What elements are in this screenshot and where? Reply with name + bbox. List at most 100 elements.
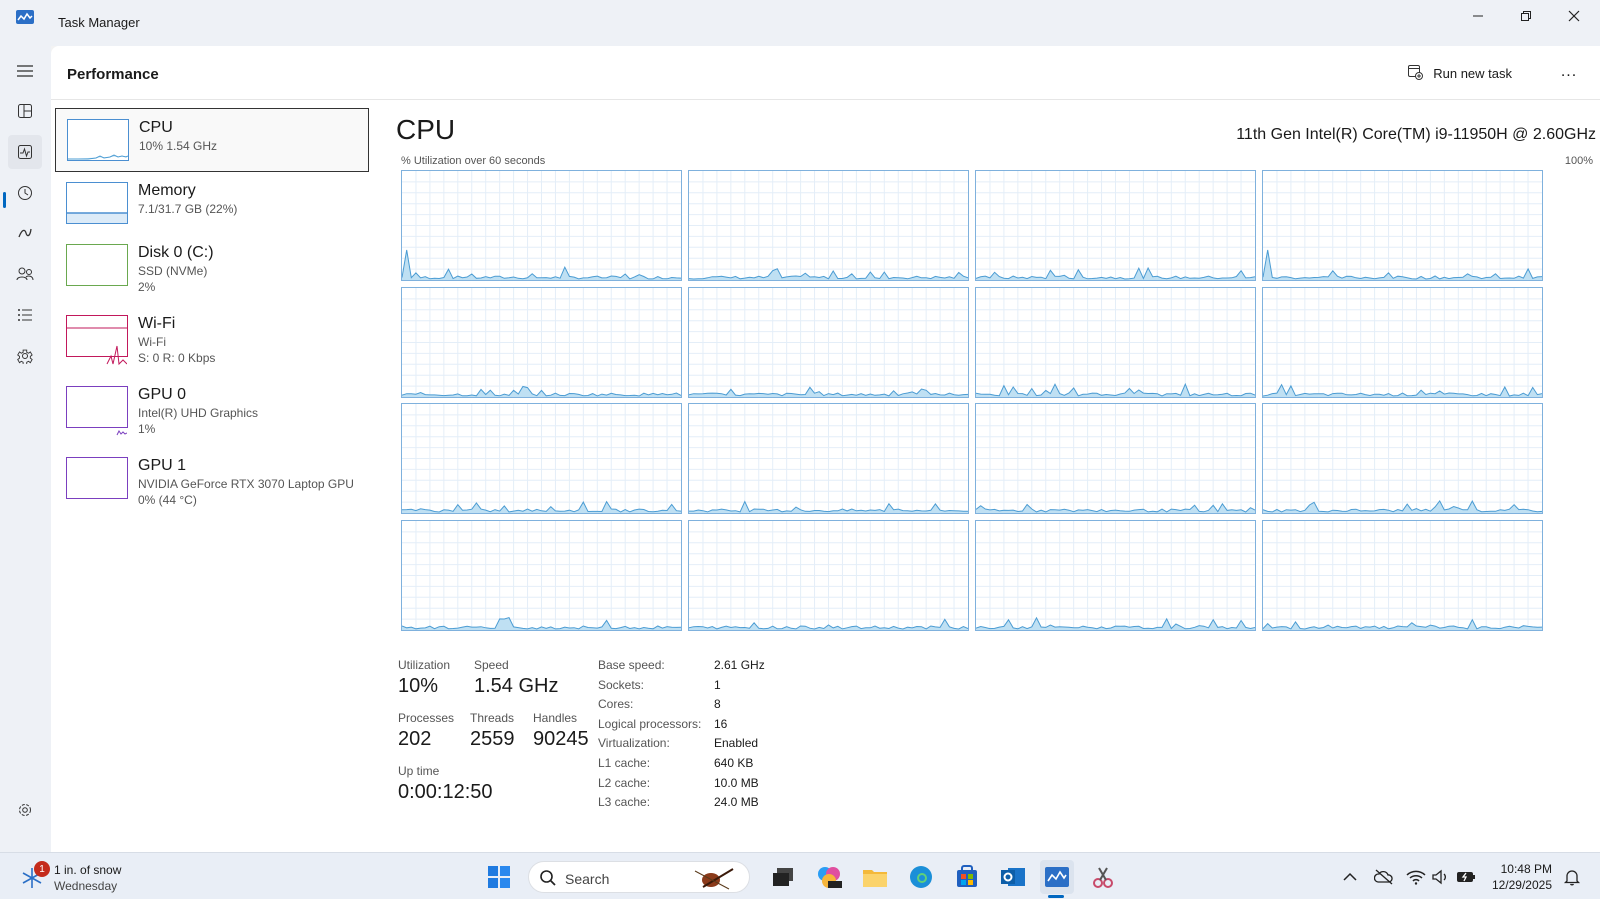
hamburger-menu-icon[interactable] xyxy=(8,54,42,88)
file-explorer-icon[interactable] xyxy=(858,860,892,894)
resource-item-memory[interactable]: Memory 7.1/31.7 GB (22%) xyxy=(55,172,369,236)
processes-value: 202 xyxy=(398,728,432,750)
startup-apps-icon[interactable] xyxy=(8,216,42,250)
spec-row: L2 cache: 10.0 MB xyxy=(598,776,765,796)
resource-name: CPU xyxy=(139,119,173,136)
microsoft-store-icon[interactable] xyxy=(950,860,984,894)
resource-item-disk[interactable]: Disk 0 (C:) SSD (NVMe) 2% xyxy=(55,234,369,298)
resource-detail: Intel(R) UHD Graphics xyxy=(138,406,259,420)
task-view-icon[interactable] xyxy=(766,860,800,894)
more-options-button[interactable]: ... xyxy=(1554,60,1584,84)
resource-detail: 7.1/31.7 GB (22%) xyxy=(138,202,238,216)
details-icon[interactable] xyxy=(8,298,42,332)
resource-name: Wi-Fi xyxy=(138,315,176,332)
settings-gear-icon[interactable] xyxy=(8,793,42,827)
threads-stat: Threads 2559 xyxy=(470,711,515,751)
logical-processor-graphs xyxy=(401,170,1543,631)
minimize-button[interactable] xyxy=(1454,0,1502,32)
wifi-thumbnail-graph xyxy=(66,315,128,366)
utilization-value: 10% xyxy=(398,675,439,697)
app-history-icon[interactable] xyxy=(8,176,42,210)
speed-value: 1.54 GHz xyxy=(474,675,559,697)
resource-item-gpu0[interactable]: GPU 0 Intel(R) UHD Graphics 1% xyxy=(55,376,369,440)
cpu-thumbnail-graph xyxy=(67,119,129,161)
notifications-bell-icon[interactable] xyxy=(1562,867,1582,887)
spec-key: L2 cache: xyxy=(598,775,651,790)
logical-processor-graph xyxy=(1262,403,1543,514)
taskbar-search[interactable]: Search xyxy=(528,861,750,893)
windows-start-icon[interactable] xyxy=(482,860,516,894)
threads-value: 2559 xyxy=(470,728,515,750)
resource-item-cpu[interactable]: CPU 10% 1.54 GHz xyxy=(55,108,369,172)
speed-label: Speed xyxy=(474,658,509,672)
run-task-icon xyxy=(1407,64,1424,83)
battery-charging-icon[interactable] xyxy=(1456,867,1476,887)
logical-processor-graph xyxy=(1262,519,1543,631)
logical-processor-graph xyxy=(401,403,682,514)
performance-icon[interactable] xyxy=(8,135,42,169)
run-new-task-label: Run new task xyxy=(1433,65,1512,81)
speed-stat: Speed 1.54 GHz xyxy=(474,658,558,698)
copilot-icon[interactable] xyxy=(812,860,846,894)
run-new-task-button[interactable]: Run new task xyxy=(1407,62,1512,84)
resource-name: Memory xyxy=(138,182,196,199)
threads-label: Threads xyxy=(470,711,515,725)
taskbar-clock[interactable]: 10:48 PM 12/29/2025 xyxy=(1492,861,1552,893)
main-content: Performance Run new task ... CPU 10% 1.5… xyxy=(51,46,1600,852)
task-manager-taskbar-icon[interactable] xyxy=(1040,860,1074,894)
resource-item-wifi[interactable]: Wi-Fi Wi-Fi S: 0 R: 0 Kbps xyxy=(55,305,369,369)
uptime-value: 0:00:12:50 xyxy=(398,781,493,803)
weather-widget[interactable]: 1 1 in. of snow Wednesday xyxy=(18,861,158,893)
resource-name: GPU 0 xyxy=(138,386,187,403)
restore-button[interactable] xyxy=(1502,0,1550,32)
taskbar: 1 1 in. of snow Wednesday Search 10:48 P… xyxy=(0,852,1600,899)
resource-detail-2: S: 0 R: 0 Kbps xyxy=(138,351,216,365)
resource-detail: Wi-Fi xyxy=(138,335,166,349)
resource-detail-2: 1% xyxy=(138,422,156,436)
volume-icon[interactable] xyxy=(1430,867,1450,887)
edge-browser-icon[interactable] xyxy=(904,860,938,894)
resource-item-gpu1[interactable]: GPU 1 NVIDIA GeForce RTX 3070 Laptop GPU… xyxy=(55,447,369,511)
disk-thumbnail-graph xyxy=(66,244,128,286)
logical-processor-graph xyxy=(1262,170,1543,281)
spec-key: Cores: xyxy=(598,697,634,712)
logical-processor-graph xyxy=(1262,286,1543,398)
close-button[interactable] xyxy=(1550,0,1598,32)
processes-stat: Processes 202 xyxy=(398,711,454,751)
spec-row: Logical processors: 16 xyxy=(598,717,765,737)
weather-notification-badge: 1 xyxy=(34,861,50,877)
outlook-icon[interactable] xyxy=(996,860,1030,894)
processes-label: Processes xyxy=(398,711,455,725)
users-icon[interactable] xyxy=(8,257,42,291)
spec-value: 16 xyxy=(714,716,728,731)
spec-value: Enabled xyxy=(714,736,759,751)
graph-caption: % Utilization over 60 seconds xyxy=(401,155,546,167)
weather-summary: 1 in. of snow xyxy=(54,863,122,877)
spec-value: 10.0 MB xyxy=(714,775,759,790)
resource-name: GPU 1 xyxy=(138,457,187,474)
resource-detail: 10% 1.54 GHz xyxy=(139,139,218,153)
utilization-stat: Utilization 10% xyxy=(398,658,450,698)
processes-icon[interactable] xyxy=(8,94,42,128)
spec-key: Sockets: xyxy=(598,677,645,692)
cpu-spec-table: Base speed: 2.61 GHz Sockets: 1 Cores: 8 Lo… xyxy=(598,658,765,815)
clock-time: 10:48 PM xyxy=(1500,862,1552,876)
spec-key: Virtualization: xyxy=(598,736,670,751)
spec-row: L1 cache: 640 KB xyxy=(598,756,765,776)
logical-processor-graph xyxy=(688,403,969,514)
spec-value: 1 xyxy=(714,677,721,692)
spec-value: 2.61 GHz xyxy=(714,658,765,672)
onedrive-offline-icon[interactable] xyxy=(1374,867,1394,887)
task-manager-app-icon xyxy=(16,10,34,24)
snipping-tool-icon[interactable] xyxy=(1086,860,1120,894)
resource-detail: NVIDIA GeForce RTX 3070 Laptop GPU xyxy=(138,477,354,491)
uptime-stat: Up time 0:00:12:50 xyxy=(398,764,493,804)
memory-thumbnail-graph xyxy=(66,182,128,224)
handles-label: Handles xyxy=(533,711,578,725)
logical-processor-graph xyxy=(401,286,682,398)
left-navigation xyxy=(0,46,51,852)
wifi-icon[interactable] xyxy=(1406,867,1426,887)
show-hidden-icons-chevron-up-icon[interactable] xyxy=(1340,867,1360,887)
services-icon[interactable] xyxy=(8,339,42,373)
spec-value: 24.0 MB xyxy=(714,795,759,810)
